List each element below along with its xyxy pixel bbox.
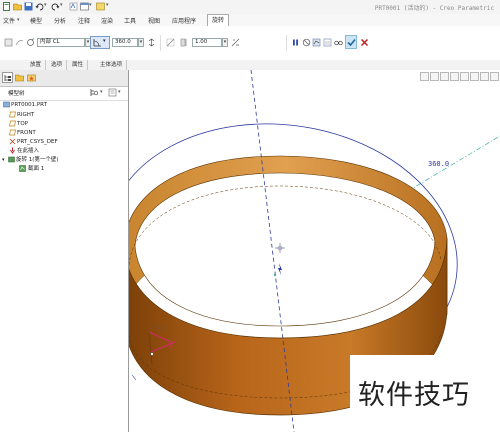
menu-tools[interactable]: 工具	[124, 16, 136, 25]
check-icon	[347, 38, 356, 47]
solid-icon[interactable]	[4, 38, 13, 47]
tree-settings-icon[interactable]	[90, 88, 99, 97]
menu-view[interactable]: 视图	[148, 16, 160, 25]
cancel-x-icon[interactable]	[360, 38, 369, 47]
flip-thickness-icon[interactable]	[231, 38, 240, 47]
angle-option-button[interactable]: ▾	[90, 36, 110, 49]
close-window-icon[interactable]	[96, 2, 105, 11]
menu-annotate[interactable]: 注释	[78, 16, 90, 25]
redo-icon[interactable]	[51, 2, 60, 11]
no-preview-icon[interactable]	[302, 38, 311, 47]
part-icon	[3, 101, 10, 108]
menu-render[interactable]: 渲染	[101, 16, 113, 25]
revolve-feature-icon	[8, 156, 15, 163]
thickness-dropdown-icon[interactable]: ▾	[222, 38, 228, 47]
subtab-properties[interactable]: 属性	[68, 60, 89, 70]
angle-input[interactable]: 360.0	[112, 38, 138, 47]
sketch-icon[interactable]	[26, 38, 35, 47]
geometry-preview-icon[interactable]	[312, 38, 321, 47]
title-bar: ▾ ▾ ▾ ▾ PRT0001 (活动的) - Creo Parametric	[0, 0, 500, 15]
thickness-input[interactable]: 1.00	[192, 38, 222, 47]
ok-button[interactable]	[345, 35, 357, 49]
windows-dropdown-icon[interactable]: ▾	[89, 2, 92, 8]
expand-triangle-icon[interactable]: ▾	[2, 156, 5, 164]
tab-revolve[interactable]: 旋转	[207, 14, 230, 26]
model-tree-title: 模型树	[8, 91, 25, 97]
menu-applications[interactable]: 应用程序	[172, 16, 196, 25]
subtab-options[interactable]: 选项	[47, 60, 68, 70]
menu-analysis[interactable]: 分析	[54, 16, 66, 25]
flip-direction-icon[interactable]	[147, 38, 156, 47]
thicken-sketch-icon[interactable]	[180, 38, 189, 47]
revolve-dashboard: 内部 CL ▾ ▾ 360.0 ▾ 1.00 ▾	[0, 26, 500, 61]
angle-dimension-label[interactable]: 360.0	[428, 160, 449, 168]
watermark: 软件技巧	[350, 355, 500, 432]
window-title: PRT0001 (活动的) - Creo Parametric	[374, 5, 494, 12]
remove-material-icon[interactable]	[166, 38, 175, 47]
model-tree-panel: 模型树 ▾ ▾ PRT0001.PRT RIGHT TOP FRONT PRT_…	[0, 70, 129, 432]
angle-dropdown-icon[interactable]: ▾	[138, 38, 144, 47]
pause-icon[interactable]	[291, 38, 300, 47]
undo-dropdown-icon[interactable]: ▾	[44, 2, 47, 8]
surface-icon[interactable]	[15, 38, 24, 47]
windows-icon[interactable]	[80, 2, 89, 11]
feature-preview-icon[interactable]	[323, 38, 332, 47]
regenerate-icon[interactable]	[69, 2, 78, 11]
subtab-placement[interactable]: 放置	[26, 60, 47, 70]
datum-plane-icon	[9, 111, 16, 118]
variable-angle-icon	[93, 39, 101, 47]
tree-filter-icon[interactable]	[108, 88, 117, 97]
insert-arrow-icon	[10, 147, 15, 154]
verify-glasses-icon[interactable]	[334, 38, 343, 47]
tab-model-tree[interactable]	[2, 72, 13, 83]
save-icon[interactable]	[24, 2, 33, 11]
axis-collector-field[interactable]: 内部 CL	[37, 38, 85, 47]
folder-browser-icon[interactable]	[15, 73, 24, 82]
menu-model[interactable]: 模型	[30, 16, 42, 25]
redo-dropdown-icon[interactable]: ▾	[60, 2, 63, 8]
undo-icon[interactable]	[35, 2, 44, 11]
tree-settings-dropdown-icon[interactable]: ▾	[100, 89, 103, 95]
model-tree-header: 模型树 ▾ ▾	[0, 86, 128, 101]
customize-qa-dropdown-icon[interactable]: ▾	[106, 2, 109, 8]
datum-plane-icon	[9, 120, 16, 127]
graphics-viewport[interactable]: 360.0 软件技巧	[129, 70, 500, 432]
coordinate-system-icon	[9, 138, 16, 145]
datum-plane-icon	[9, 129, 16, 136]
open-folder-icon[interactable]	[13, 2, 22, 11]
subtab-body-options[interactable]: 主体选项	[96, 60, 128, 70]
section-sketch-icon	[19, 165, 26, 172]
file-dropdown-icon[interactable]: ▾	[17, 17, 20, 23]
navigator-tabs	[0, 70, 128, 87]
favorites-icon[interactable]	[27, 73, 36, 82]
menu-file[interactable]: 文件	[3, 16, 15, 25]
ring-hollow	[134, 172, 436, 327]
tree-filter-dropdown-icon[interactable]: ▾	[118, 89, 121, 95]
new-file-icon[interactable]	[2, 2, 11, 11]
model-tree-icon	[4, 75, 11, 81]
